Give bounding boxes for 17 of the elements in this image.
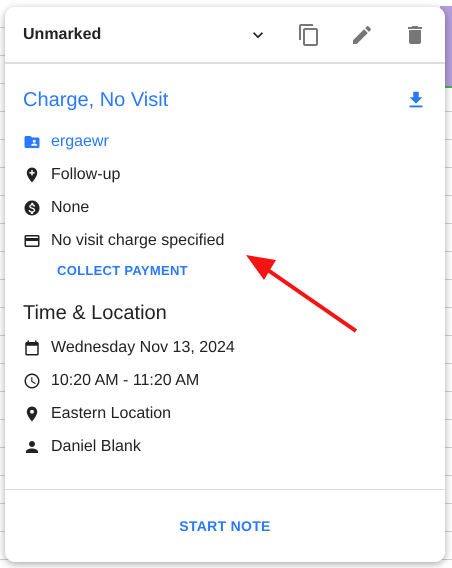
copy-icon[interactable] bbox=[297, 22, 321, 46]
detail-text: 10:20 AM - 11:20 AM bbox=[51, 372, 200, 390]
detail-text: Follow-up bbox=[51, 166, 120, 184]
detail-text: None bbox=[51, 198, 90, 216]
clock-icon bbox=[23, 372, 41, 390]
patient-link[interactable]: ergaewr bbox=[51, 132, 109, 150]
detail-text: No visit charge specified bbox=[51, 232, 224, 250]
detail-text: Eastern Location bbox=[51, 404, 172, 422]
status-label: Unmarked bbox=[23, 26, 102, 42]
calendar-icon bbox=[23, 338, 41, 356]
section-heading: Time & Location bbox=[23, 302, 168, 325]
collect-payment-button[interactable]: COLLECT PAYMENT bbox=[51, 257, 194, 284]
start-note-button[interactable]: START NOTE bbox=[171, 512, 279, 540]
appointment-title: Charge, No Visit bbox=[23, 88, 168, 112]
detail-text: Wednesday Nov 13, 2024 bbox=[51, 338, 235, 356]
detail-text: Daniel Blank bbox=[51, 438, 141, 456]
dollar-icon bbox=[23, 198, 41, 216]
